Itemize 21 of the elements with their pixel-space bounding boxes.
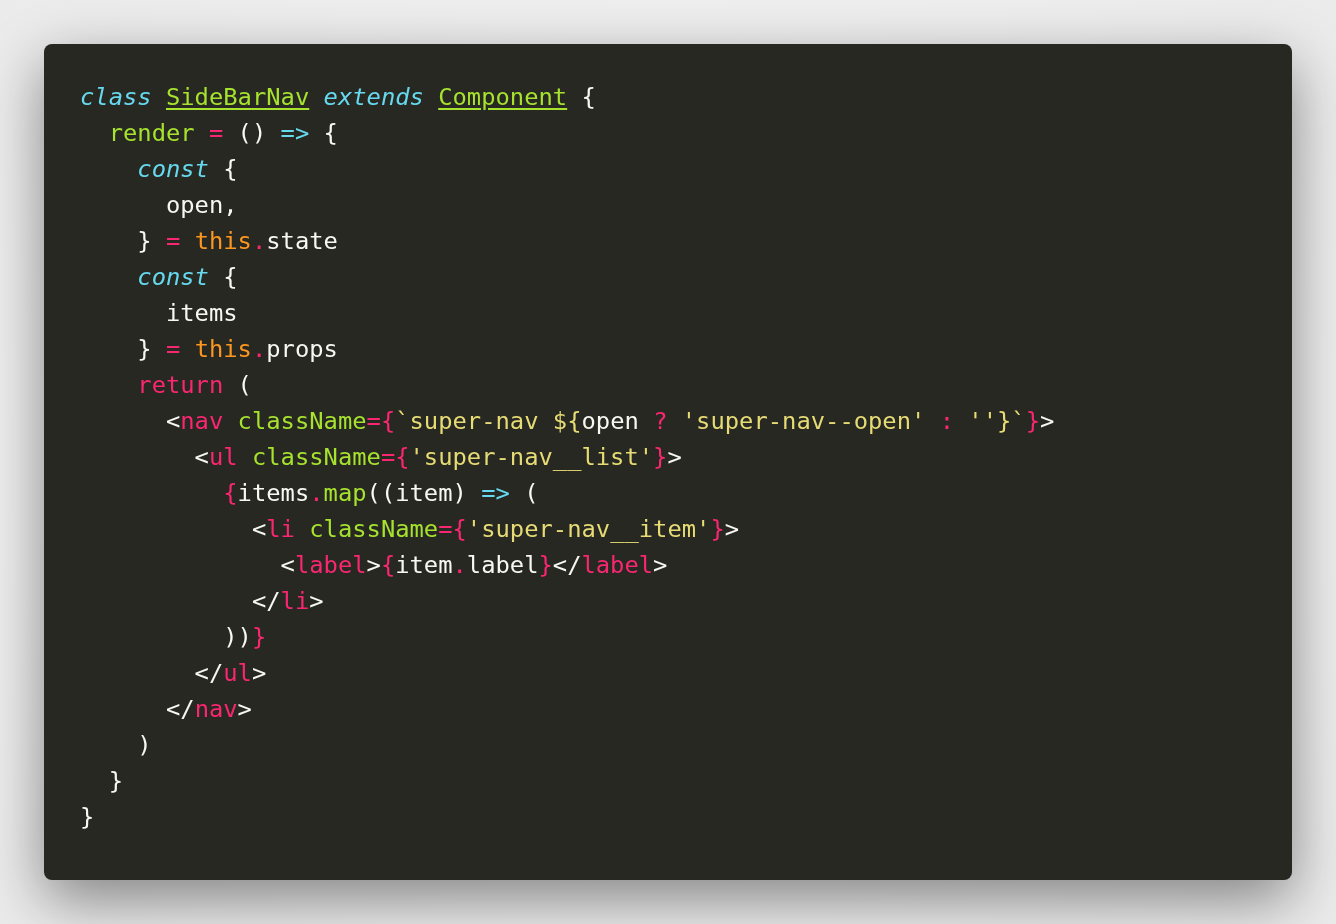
- code-line: } = this.state: [136, 226, 339, 257]
- code-line: {items.map((item) => (: [222, 478, 540, 509]
- code-line: items: [164, 298, 239, 329]
- code-line: const {: [136, 262, 239, 293]
- code-line: <label>{item.label}</label>: [279, 550, 669, 581]
- code-line: </ul>: [193, 658, 268, 689]
- code-line: ): [136, 730, 153, 761]
- code-line: } = this.props: [136, 334, 339, 365]
- code-line: </li>: [250, 586, 325, 617]
- code-line: class SideBarNav extends Component {: [80, 82, 597, 113]
- code-line: const {: [136, 154, 239, 185]
- code-line: render = () => {: [107, 118, 339, 149]
- code-line: </nav>: [164, 694, 253, 725]
- code-line: ))}: [222, 622, 268, 653]
- code-line: <nav className={`super-nav ${open ? 'super-nav--open' : ''}`}>: [164, 406, 1056, 437]
- code-line: open,: [164, 190, 239, 221]
- code-line: <ul className={'super-nav__list'}>: [193, 442, 683, 473]
- code-line: <li className={'super-nav__item'}>: [250, 514, 741, 545]
- code-line: }: [107, 766, 124, 797]
- code-line: return (: [136, 370, 253, 401]
- code-line: }: [80, 802, 96, 833]
